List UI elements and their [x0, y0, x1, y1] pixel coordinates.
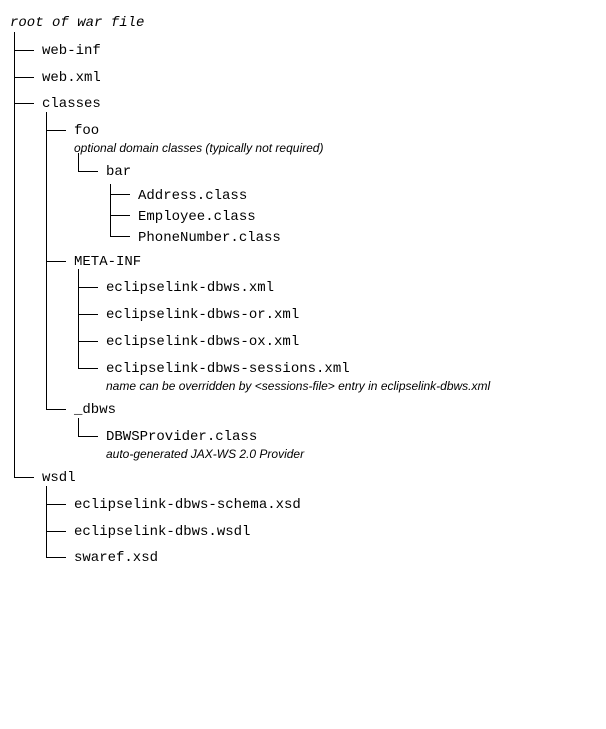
label-dbws-or: eclipselink-dbws-or.xml — [106, 302, 596, 329]
node-address: Address.class — [110, 186, 596, 207]
node-swaref: swaref.xsd — [46, 545, 596, 572]
node-wsdl-wsdl: eclipselink-dbws.wsdl — [46, 519, 596, 546]
node-dbws-ox: eclipselink-dbws-ox.xml — [78, 329, 596, 356]
label-address: Address.class — [138, 186, 596, 207]
note-dbwsprovider: auto-generated JAX-WS 2.0 Provider — [106, 447, 596, 465]
node-dbwsprovider: DBWSProvider.class auto-generated JAX-WS… — [78, 424, 596, 465]
node-phonenumber: PhoneNumber.class — [110, 228, 596, 249]
label-dbws-xml: eclipselink-dbws.xml — [106, 275, 596, 302]
node-underscore-dbws: _dbws DBWSProvider.class auto-generated … — [46, 397, 596, 465]
node-web-inf: web-inf — [14, 38, 596, 65]
label-underscore-dbws: _dbws — [74, 397, 596, 424]
node-wsdl-schema: eclipselink-dbws-schema.xsd — [46, 492, 596, 519]
label-web-xml: web.xml — [42, 65, 596, 92]
tree-root: root of war file web-inf web.xml classes… — [10, 15, 596, 572]
label-employee: Employee.class — [138, 207, 596, 228]
label-dbws-ox: eclipselink-dbws-ox.xml — [106, 329, 596, 356]
label-swaref: swaref.xsd — [74, 545, 596, 572]
node-web-xml: web.xml — [14, 65, 596, 92]
note-dbws-sessions: name can be overridden by <sessions-file… — [106, 379, 596, 397]
label-web-inf: web-inf — [42, 38, 596, 65]
label-wsdl: wsdl — [42, 465, 596, 492]
node-wsdl: wsdl eclipselink-dbws-schema.xsd eclipse… — [14, 465, 596, 572]
label-phonenumber: PhoneNumber.class — [138, 228, 596, 249]
note-foo: optional domain classes (typically not r… — [74, 141, 596, 159]
node-foo: foo optional domain classes (typically n… — [46, 118, 596, 248]
node-dbws-or: eclipselink-dbws-or.xml — [78, 302, 596, 329]
node-classes: classes foo optional domain classes (typ… — [14, 91, 596, 465]
node-bar: bar Address.class Employee.class — [78, 159, 596, 248]
label-meta-inf: META-INF — [74, 249, 596, 276]
node-dbws-sessions: eclipselink-dbws-sessions.xml name can b… — [78, 356, 596, 397]
label-classes: classes — [42, 91, 596, 118]
label-bar: bar — [106, 159, 596, 186]
label-wsdl-schema: eclipselink-dbws-schema.xsd — [74, 492, 596, 519]
root-label: root of war file — [10, 15, 596, 38]
node-employee: Employee.class — [110, 207, 596, 228]
label-wsdl-wsdl: eclipselink-dbws.wsdl — [74, 519, 596, 546]
node-meta-inf: META-INF eclipselink-dbws.xml eclipselin… — [46, 249, 596, 397]
node-dbws-xml: eclipselink-dbws.xml — [78, 275, 596, 302]
